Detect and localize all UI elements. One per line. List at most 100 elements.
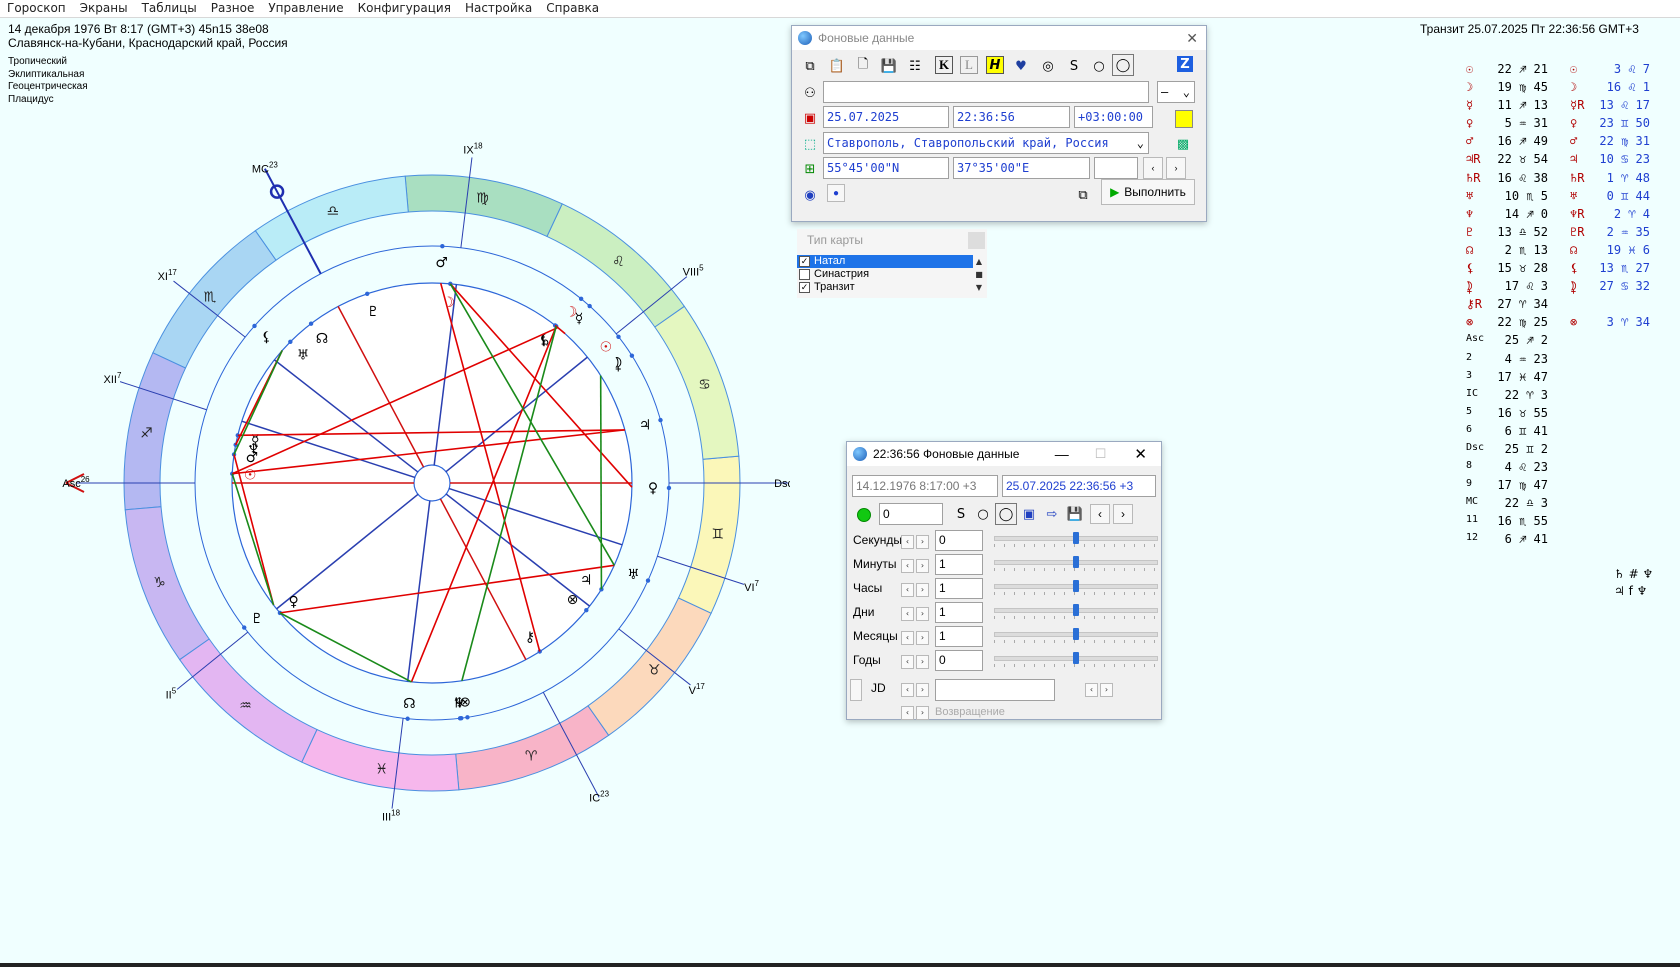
paste-icon[interactable]: 📋 bbox=[827, 56, 847, 76]
checkbox[interactable] bbox=[799, 269, 810, 280]
step-row-value[interactable]: 1 bbox=[935, 554, 983, 575]
step-row-spinner[interactable]: ‹ › bbox=[901, 583, 929, 597]
close-icon[interactable]: ✕ bbox=[1186, 30, 1198, 47]
step-slider-thumb[interactable] bbox=[1073, 532, 1079, 544]
map-icon[interactable]: ▩ bbox=[1173, 134, 1193, 154]
spiral-icon[interactable]: ◎ bbox=[1038, 56, 1058, 76]
run-button[interactable]: ▶ Выполнить bbox=[1101, 179, 1195, 205]
circle-icon[interactable]: ◯ bbox=[995, 503, 1017, 525]
house-cusp-label: VI7 bbox=[744, 579, 759, 594]
maximize-icon[interactable]: ☐ bbox=[1095, 446, 1107, 462]
color-swatch[interactable] bbox=[1175, 110, 1193, 128]
l-icon[interactable]: L bbox=[960, 56, 978, 74]
close-icon[interactable]: ✕ bbox=[1134, 445, 1147, 463]
animation-window[interactable]: 22:36:56 Фоновые данные — ☐ ✕ 14.12.1976… bbox=[846, 441, 1162, 720]
globe-icon[interactable]: ◉ bbox=[800, 185, 820, 205]
jd-spinner[interactable]: ‹ › bbox=[901, 683, 929, 697]
name-field[interactable] bbox=[823, 81, 1149, 103]
chart-type-list[interactable]: ✓ Натал Синастрия ✓ Транзит bbox=[797, 255, 973, 294]
step-slider-thumb[interactable] bbox=[1073, 604, 1079, 616]
horoscope-wheel[interactable]: ♈♉♊♋♌♍♎♏♐♑♒♓Asc26II5III18IC23V17VI7Dsc26… bbox=[0, 140, 790, 830]
jd-toggle[interactable] bbox=[850, 679, 862, 701]
z-icon[interactable]: Z bbox=[1177, 56, 1193, 72]
step-row-spinner[interactable]: ‹ › bbox=[901, 559, 929, 573]
transit-dot bbox=[587, 303, 592, 309]
bg-data-window[interactable]: Фоновые данные ✕ ⧉ 📋 🗋 💾 ☷ K L H ♥ ◎ S ○… bbox=[791, 25, 1207, 222]
menu-item[interactable]: Экраны bbox=[73, 0, 135, 16]
minimize-icon[interactable]: — bbox=[1055, 446, 1069, 462]
s-icon[interactable]: S bbox=[1064, 56, 1084, 76]
jd-spinner-2[interactable]: ‹ › bbox=[1085, 683, 1113, 697]
jd-field[interactable] bbox=[935, 679, 1055, 701]
step-row-value[interactable]: 1 bbox=[935, 602, 983, 623]
natal-planet-glyph: ♇ bbox=[367, 304, 380, 320]
checkbox[interactable]: ✓ bbox=[799, 282, 810, 293]
step-row-spinner[interactable]: ‹ › bbox=[901, 655, 929, 669]
circle-icon[interactable]: ◯ bbox=[1112, 54, 1134, 76]
menu-item[interactable]: Справка bbox=[539, 0, 606, 16]
step-row-spinner[interactable]: ‹ › bbox=[901, 631, 929, 645]
menu-item[interactable]: Конфигурация bbox=[351, 0, 458, 16]
panel-close-icon[interactable] bbox=[968, 232, 985, 249]
natal-datetime-field[interactable]: 14.12.1976 8:17:00 +3 bbox=[852, 475, 998, 497]
longitude-field[interactable]: 37°35'00"E bbox=[953, 157, 1090, 179]
step-forward-button[interactable]: › bbox=[1113, 504, 1133, 524]
copy-data-icon[interactable]: ⧉ bbox=[1073, 185, 1093, 205]
menu-item[interactable]: Управление bbox=[261, 0, 350, 16]
step-slider-thumb[interactable] bbox=[1073, 556, 1079, 568]
checkbox[interactable]: ✓ bbox=[799, 256, 810, 267]
return-spinner[interactable]: ‹ › bbox=[901, 706, 929, 720]
natal-glyph: 9 bbox=[1466, 478, 1473, 490]
bg-data-titlebar[interactable]: Фоновые данные ✕ bbox=[792, 26, 1206, 50]
next-button[interactable]: › bbox=[1166, 157, 1186, 179]
copy-icon[interactable]: ⧉ bbox=[800, 56, 820, 76]
step-slider-ticks bbox=[994, 616, 1156, 619]
place-field[interactable]: Ставрополь, Ставропольский край, Россия ⌄ bbox=[823, 132, 1149, 154]
dot-button[interactable]: ● bbox=[827, 184, 845, 202]
step-row-value[interactable]: 1 bbox=[935, 578, 983, 599]
chart-type-item[interactable]: Синастрия bbox=[797, 268, 973, 281]
step-slider-thumb[interactable] bbox=[1073, 628, 1079, 640]
edit-table-icon[interactable]: ☷ bbox=[905, 56, 925, 76]
date-field[interactable]: 25.07.2025 bbox=[823, 106, 949, 128]
step-row-spinner[interactable]: ‹ › bbox=[901, 607, 929, 621]
step-slider-thumb[interactable] bbox=[1073, 652, 1079, 664]
scrollbar[interactable]: ▲ ■ ▼ bbox=[973, 255, 985, 295]
small-circle-icon[interactable]: ○ bbox=[1089, 56, 1109, 76]
step-row-value[interactable]: 0 bbox=[935, 530, 983, 551]
small-circle-icon[interactable]: ○ bbox=[973, 504, 993, 524]
h-icon[interactable]: H bbox=[986, 56, 1004, 74]
menu-item[interactable]: Таблицы bbox=[135, 0, 204, 16]
natal-position: 6 ♐ 41 bbox=[1504, 532, 1548, 547]
new-document-icon[interactable]: 🗋 bbox=[853, 56, 873, 76]
step-row-value[interactable]: 1 bbox=[935, 626, 983, 647]
step-back-button[interactable]: ‹ bbox=[1090, 504, 1110, 524]
menu-item[interactable]: Настройка bbox=[458, 0, 539, 16]
s-icon[interactable]: S bbox=[951, 504, 971, 524]
calendar-icon[interactable]: ▣ bbox=[1019, 504, 1039, 524]
save-icon[interactable]: 💾 bbox=[879, 56, 899, 76]
status-green-icon[interactable] bbox=[857, 508, 871, 522]
animation-titlebar[interactable]: 22:36:56 Фоновые данные — ☐ ✕ bbox=[847, 442, 1161, 466]
time-field[interactable]: 22:36:56 bbox=[953, 106, 1070, 128]
heart-icon[interactable]: ♥ bbox=[1011, 56, 1031, 76]
step-row-spinner[interactable]: ‹ › bbox=[901, 535, 929, 549]
extra-field[interactable] bbox=[1094, 157, 1138, 179]
dash-select[interactable]: – ⌄ bbox=[1157, 81, 1195, 103]
menu-item[interactable]: Разное bbox=[204, 0, 262, 16]
transit-datetime-field[interactable]: 25.07.2025 22:36:56 +3 bbox=[1002, 475, 1156, 497]
export-icon[interactable]: ⇨ bbox=[1042, 504, 1062, 524]
timezone-field[interactable]: +03:00:00 bbox=[1074, 106, 1153, 128]
natal-glyph: ♄R bbox=[1466, 170, 1481, 185]
chart-type-item[interactable]: ✓ Натал bbox=[797, 255, 973, 268]
k-icon[interactable]: K bbox=[935, 56, 953, 74]
transit-position: 19 ♓ 6 bbox=[1606, 242, 1650, 257]
menu-item[interactable]: Гороскоп bbox=[0, 0, 73, 16]
prev-button[interactable]: ‹ bbox=[1143, 157, 1163, 179]
save-icon[interactable]: 💾 bbox=[1065, 504, 1085, 524]
step-field[interactable]: 0 bbox=[879, 503, 943, 525]
latitude-field[interactable]: 55°45'00"N bbox=[823, 157, 949, 179]
step-row-value[interactable]: 0 bbox=[935, 650, 983, 671]
chart-type-item[interactable]: ✓ Транзит bbox=[797, 281, 973, 294]
step-slider-thumb[interactable] bbox=[1073, 580, 1079, 592]
